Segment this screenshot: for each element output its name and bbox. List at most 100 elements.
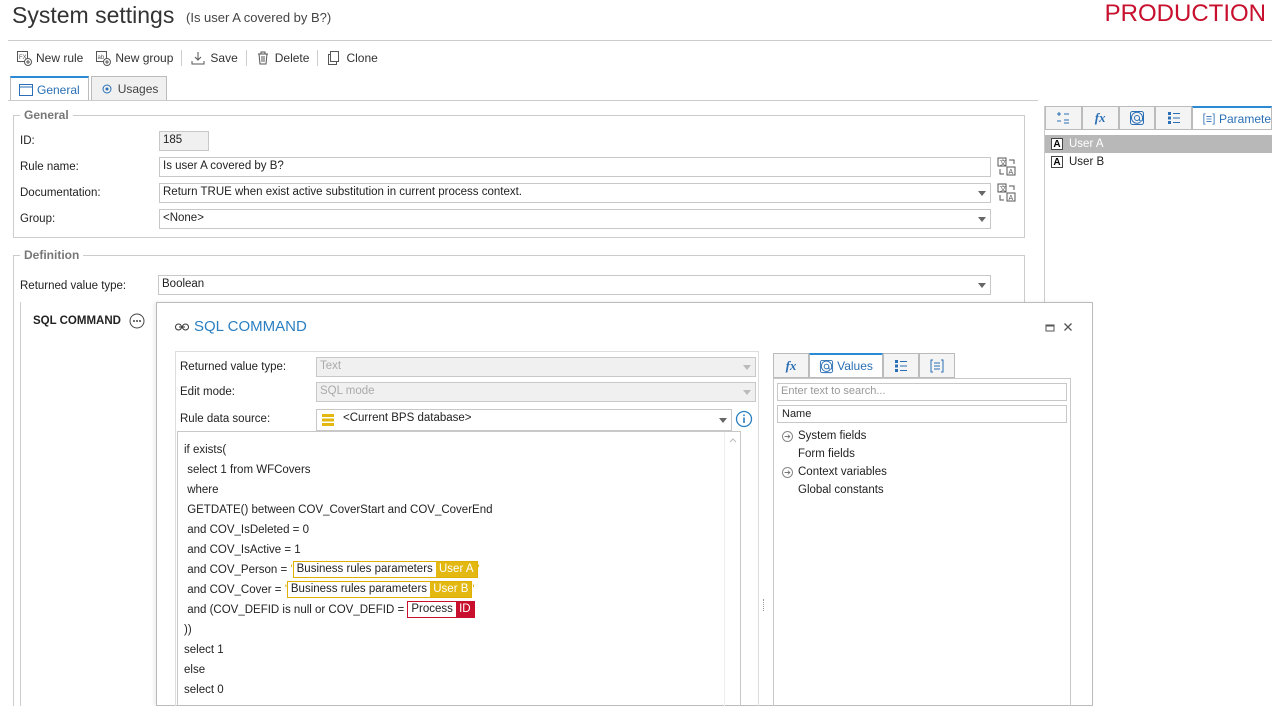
param-name: User B bbox=[1069, 156, 1105, 168]
translate-icon[interactable]: 文A bbox=[997, 157, 1017, 177]
page-subtitle: (Is user A covered by B?) bbox=[186, 10, 332, 25]
column-header-name[interactable]: Name bbox=[777, 405, 1067, 423]
chip-tag: User A bbox=[436, 562, 477, 578]
tab-lists[interactable] bbox=[1155, 106, 1192, 130]
more-options-icon[interactable] bbox=[129, 313, 145, 329]
chevron-down-icon bbox=[978, 217, 986, 222]
save-icon bbox=[191, 52, 205, 65]
edit-mode-label: Edit mode: bbox=[180, 386, 235, 398]
tab-parameters[interactable]: Paramete bbox=[1192, 106, 1272, 130]
parameters-icon bbox=[1203, 112, 1215, 125]
parameter-chip[interactable]: Business rules parameters User A bbox=[292, 561, 478, 579]
data-source-select[interactable]: <Current BPS database> bbox=[316, 409, 732, 431]
sql-command-row: SQL COMMAND bbox=[20, 302, 156, 706]
tab-general[interactable]: General bbox=[10, 76, 89, 101]
splitter-handle[interactable] bbox=[763, 599, 765, 611]
at-box-icon bbox=[820, 359, 834, 373]
sql-code-editor[interactable]: if exists( select 1 from WFCovers where … bbox=[177, 431, 741, 706]
documentation-field[interactable]: Return TRUE when exist active substituti… bbox=[159, 183, 991, 203]
data-source-value: <Current BPS database> bbox=[343, 412, 472, 424]
tab-functions[interactable]: fx bbox=[1081, 106, 1119, 130]
group-select[interactable]: <None> bbox=[159, 209, 991, 229]
edit-mode-select: SQL mode bbox=[316, 382, 756, 402]
code-line: and COV_Cover = ' Business rules paramete… bbox=[178, 580, 740, 600]
page-title: System settings bbox=[12, 2, 175, 28]
expand-arrow-icon[interactable]: ➔ bbox=[782, 430, 793, 442]
delete-label: Delete bbox=[274, 51, 310, 65]
scroll-up-icon[interactable] bbox=[729, 437, 737, 443]
svg-text:文: 文 bbox=[1000, 184, 1007, 193]
toolbar: FX New rule ab New group Save Delete Clo… bbox=[10, 46, 384, 70]
chip-tag: ID bbox=[456, 602, 474, 618]
tab-lists[interactable] bbox=[883, 353, 919, 378]
parameter-chip[interactable]: Business rules parameters User B bbox=[286, 581, 473, 599]
database-icon bbox=[322, 414, 334, 426]
parameters-panel-tabs: fx Paramete bbox=[1045, 106, 1272, 130]
chevron-down-icon bbox=[978, 283, 986, 288]
tab-usages-label: Usages bbox=[117, 82, 159, 96]
quote-mark: ' bbox=[472, 584, 475, 596]
svg-text:A: A bbox=[1009, 195, 1014, 202]
tree-item-system-fields[interactable]: ➔ System fields bbox=[774, 427, 1070, 445]
trash-icon bbox=[257, 51, 268, 65]
fx-icon: fx bbox=[1094, 110, 1106, 125]
header-divider bbox=[8, 40, 1272, 41]
chip-label: Business rules parameters bbox=[290, 583, 428, 596]
tabs-divider bbox=[8, 100, 1038, 101]
info-icon[interactable] bbox=[735, 410, 753, 428]
return-type-select[interactable]: Boolean bbox=[158, 275, 991, 295]
tab-variables[interactable] bbox=[1045, 106, 1082, 130]
new-group-button[interactable]: ab New group bbox=[89, 47, 179, 69]
tab-parameters[interactable] bbox=[919, 353, 955, 378]
expand-arrow-icon[interactable]: ➔ bbox=[782, 466, 793, 478]
code-line: and (COV_DEFID is null or COV_DEFID = Pr… bbox=[178, 600, 740, 620]
chip-label: Business rules parameters bbox=[296, 563, 433, 576]
values-search-input[interactable]: Enter text to search... bbox=[777, 383, 1067, 401]
process-chip[interactable]: Process ID bbox=[407, 601, 475, 619]
rule-name-field[interactable]: Is user A covered by B? bbox=[159, 157, 991, 177]
delete-button[interactable]: Delete bbox=[249, 47, 316, 69]
svg-text:文: 文 bbox=[1000, 158, 1007, 167]
list-item[interactable]: A User A bbox=[1045, 135, 1272, 153]
list-item[interactable]: A User B bbox=[1045, 153, 1272, 171]
tab-usages[interactable]: Usages bbox=[90, 76, 168, 101]
code-line: else bbox=[184, 664, 206, 676]
list-numbers-icon bbox=[1057, 112, 1070, 124]
tree-item-context-variables[interactable]: ➔ Context variables bbox=[774, 463, 1070, 481]
code-text: and COV_Person = bbox=[184, 564, 291, 576]
tree-item-form-fields[interactable]: Form fields bbox=[774, 445, 1070, 463]
group-value: <None> bbox=[163, 212, 204, 224]
sql-command-label: SQL COMMAND bbox=[33, 315, 121, 327]
toolbar-separator bbox=[317, 50, 319, 66]
code-line: and COV_IsDeleted = 0 bbox=[184, 524, 309, 536]
new-rule-button[interactable]: FX New rule bbox=[10, 47, 89, 69]
code-line: GETDATE() between COV_CoverStart and COV… bbox=[184, 504, 493, 516]
tree-item-global-constants[interactable]: Global constants bbox=[774, 481, 1070, 499]
maximize-icon[interactable] bbox=[1045, 323, 1055, 333]
parameters-icon bbox=[930, 359, 944, 372]
close-icon[interactable] bbox=[1063, 322, 1073, 332]
fx-icon: fx bbox=[785, 357, 797, 373]
translate-icon[interactable]: 文A bbox=[997, 183, 1017, 203]
quote-mark: ' bbox=[477, 564, 480, 576]
chevron-down-icon bbox=[743, 365, 751, 370]
values-panel: fx Values Enter text to search... Name ➔… bbox=[773, 353, 1073, 706]
id-label: ID: bbox=[20, 135, 35, 147]
tab-general-label: General bbox=[37, 82, 80, 97]
code-line: select 1 bbox=[184, 644, 224, 656]
clone-button[interactable]: Clone bbox=[320, 47, 383, 69]
link-icon bbox=[175, 323, 189, 331]
sql-command-dialog: SQL COMMAND Returned value type: Text Ed… bbox=[156, 302, 1093, 706]
save-button[interactable]: Save bbox=[184, 47, 243, 69]
code-line: select 0 bbox=[184, 684, 224, 696]
tab-functions[interactable]: fx bbox=[773, 353, 809, 378]
editor-scrollbar[interactable] bbox=[724, 432, 740, 706]
tab-values[interactable] bbox=[1118, 106, 1156, 130]
code-line: where bbox=[184, 484, 219, 496]
tab-values[interactable]: Values bbox=[809, 353, 883, 378]
rule-name-label: Rule name: bbox=[20, 161, 79, 173]
modal-return-type-select: Text bbox=[316, 357, 756, 377]
modal-return-type-label: Returned value type: bbox=[180, 361, 287, 373]
tab-parameters-label: Paramete bbox=[1218, 111, 1271, 126]
modal-return-type-value: Text bbox=[320, 360, 342, 372]
